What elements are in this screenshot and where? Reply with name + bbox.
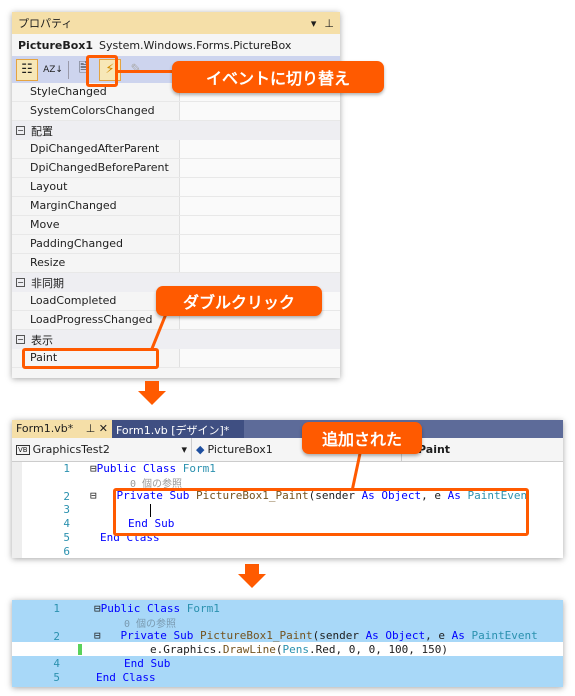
pin-icon[interactable]: ⊥ <box>324 17 334 30</box>
event-handler-value[interactable] <box>180 254 340 272</box>
object-selector[interactable]: PictureBox1 System.Windows.Forms.Picture… <box>12 34 340 56</box>
event-handler-value[interactable] <box>180 216 340 234</box>
property-row[interactable]: Resize <box>12 254 340 273</box>
down-arrow-icon <box>138 391 166 405</box>
line-number: 5 <box>63 531 70 544</box>
callout-added: 追加された <box>302 422 422 454</box>
property-row[interactable]: PaddingChanged <box>12 235 340 254</box>
event-name: MarginChanged <box>12 197 180 215</box>
callout-events: イベントに切り替え <box>172 61 384 93</box>
code-line: End Class <box>96 671 156 684</box>
category-header[interactable]: − 配置 <box>12 121 340 140</box>
line-number: 2 <box>53 629 60 643</box>
code-lens: 0 個の参照 <box>124 619 177 630</box>
vb-icon: VB <box>16 444 30 455</box>
tab-form1-design[interactable]: Form1.vb [デザイン]* <box>112 420 244 438</box>
event-handler-value[interactable] <box>180 140 340 158</box>
event-handler-value[interactable] <box>180 235 340 253</box>
tab-bar: Form1.vb* ⊥ ✕ Form1.vb [デザイン]* <box>12 420 563 438</box>
events-button-highlight <box>86 55 118 87</box>
down-arrow-icon <box>145 381 159 391</box>
divider <box>68 60 69 79</box>
code-line: End Sub <box>124 657 171 670</box>
tab-label: Form1.vb [デザイン]* <box>116 424 230 437</box>
event-name: DpiChangedAfterParent <box>12 140 180 158</box>
line-number: 2 <box>63 489 70 503</box>
properties-title: プロパティ <box>18 17 73 30</box>
category-label: 配置 <box>31 124 53 138</box>
property-row[interactable]: Move <box>12 216 340 235</box>
callout-dblclick: ダブルクリック <box>156 286 322 316</box>
code-editor-after[interactable]: 12345 ⊟Public Class Form1 0 個の参照 ⊟ Priva… <box>12 600 563 687</box>
event-name: LoadCompleted <box>12 292 180 310</box>
event-name: Resize <box>12 254 180 272</box>
line-number: 4 <box>53 657 60 671</box>
collapse-icon[interactable]: − <box>16 335 25 344</box>
property-row[interactable]: DpiChangedAfterParent <box>12 140 340 159</box>
property-row[interactable]: SystemColorsChanged <box>12 102 340 121</box>
paint-highlight <box>22 348 159 369</box>
collapse-icon[interactable]: − <box>16 278 25 287</box>
dropdown-value: PictureBox1 <box>207 443 273 456</box>
tab-form1-vb[interactable]: Form1.vb* ⊥ ✕ <box>12 420 112 438</box>
event-name: SystemColorsChanged <box>12 102 180 120</box>
dropdown-value: GraphicsTest2 <box>32 443 110 456</box>
navigation-bar: VB GraphicsTest2 ▾ ◆ PictureBox1 Paint <box>12 438 563 462</box>
category-label: 非同期 <box>31 276 64 290</box>
close-icon[interactable]: ⊥ ✕ <box>86 422 108 436</box>
down-arrow-icon <box>238 574 266 588</box>
added-code-highlight <box>113 488 529 536</box>
event-name: PaddingChanged <box>12 235 180 253</box>
event-name: DpiChangedBeforeParent <box>12 159 180 177</box>
event-handler-value[interactable] <box>180 197 340 215</box>
line-number: 3 <box>63 503 70 517</box>
chevron-down-icon: ▾ <box>181 443 187 456</box>
component-icon: ◆ <box>196 443 205 456</box>
object-name: PictureBox1 <box>18 38 94 52</box>
event-handler-value[interactable] <box>180 349 340 367</box>
event-handler-value[interactable] <box>180 102 340 120</box>
object-type: System.Windows.Forms.PictureBox <box>99 38 292 52</box>
property-row[interactable]: DpiChangedBeforeParent <box>12 159 340 178</box>
event-handler-value[interactable] <box>180 178 340 196</box>
category-header[interactable]: − 表示 <box>12 330 340 349</box>
properties-title-bar: プロパティ ▾ ⊥ <box>12 12 340 34</box>
project-dropdown[interactable]: VB GraphicsTest2 ▾ <box>12 438 192 461</box>
collapse-icon[interactable]: − <box>16 126 25 135</box>
property-row[interactable]: Layout <box>12 178 340 197</box>
line-number: 1 <box>63 462 70 475</box>
down-arrow-icon <box>245 564 259 574</box>
category-label: 表示 <box>31 333 53 347</box>
code-line: ⊟Public Class Form1 <box>90 462 216 475</box>
property-row[interactable]: MarginChanged <box>12 197 340 216</box>
event-dropdown[interactable]: Paint <box>402 438 563 461</box>
event-handler-value[interactable] <box>180 159 340 177</box>
callout-line <box>116 70 176 73</box>
categorized-icon[interactable]: ☷ <box>16 58 38 81</box>
tab-label: Form1.vb* <box>16 422 74 435</box>
event-name: Layout <box>12 178 180 196</box>
code-line: ⊟Public Class Form1 <box>94 602 220 615</box>
line-number: 1 <box>53 602 60 615</box>
line-number: 4 <box>63 517 70 531</box>
code-line: ⊟ Private Sub PictureBox1_Paint(sender A… <box>94 629 538 642</box>
change-marker <box>78 644 82 655</box>
event-name: Move <box>12 216 180 234</box>
line-number: 5 <box>53 671 60 684</box>
event-name: LoadProgressChanged <box>12 311 180 329</box>
code-line: e.Graphics.DrawLine(Pens.Red, 0, 0, 100,… <box>150 643 449 656</box>
line-number: 6 <box>63 544 70 558</box>
dropdown-icon[interactable]: ▾ <box>311 17 317 30</box>
alphabetical-icon[interactable]: AZ↓ <box>42 59 64 81</box>
